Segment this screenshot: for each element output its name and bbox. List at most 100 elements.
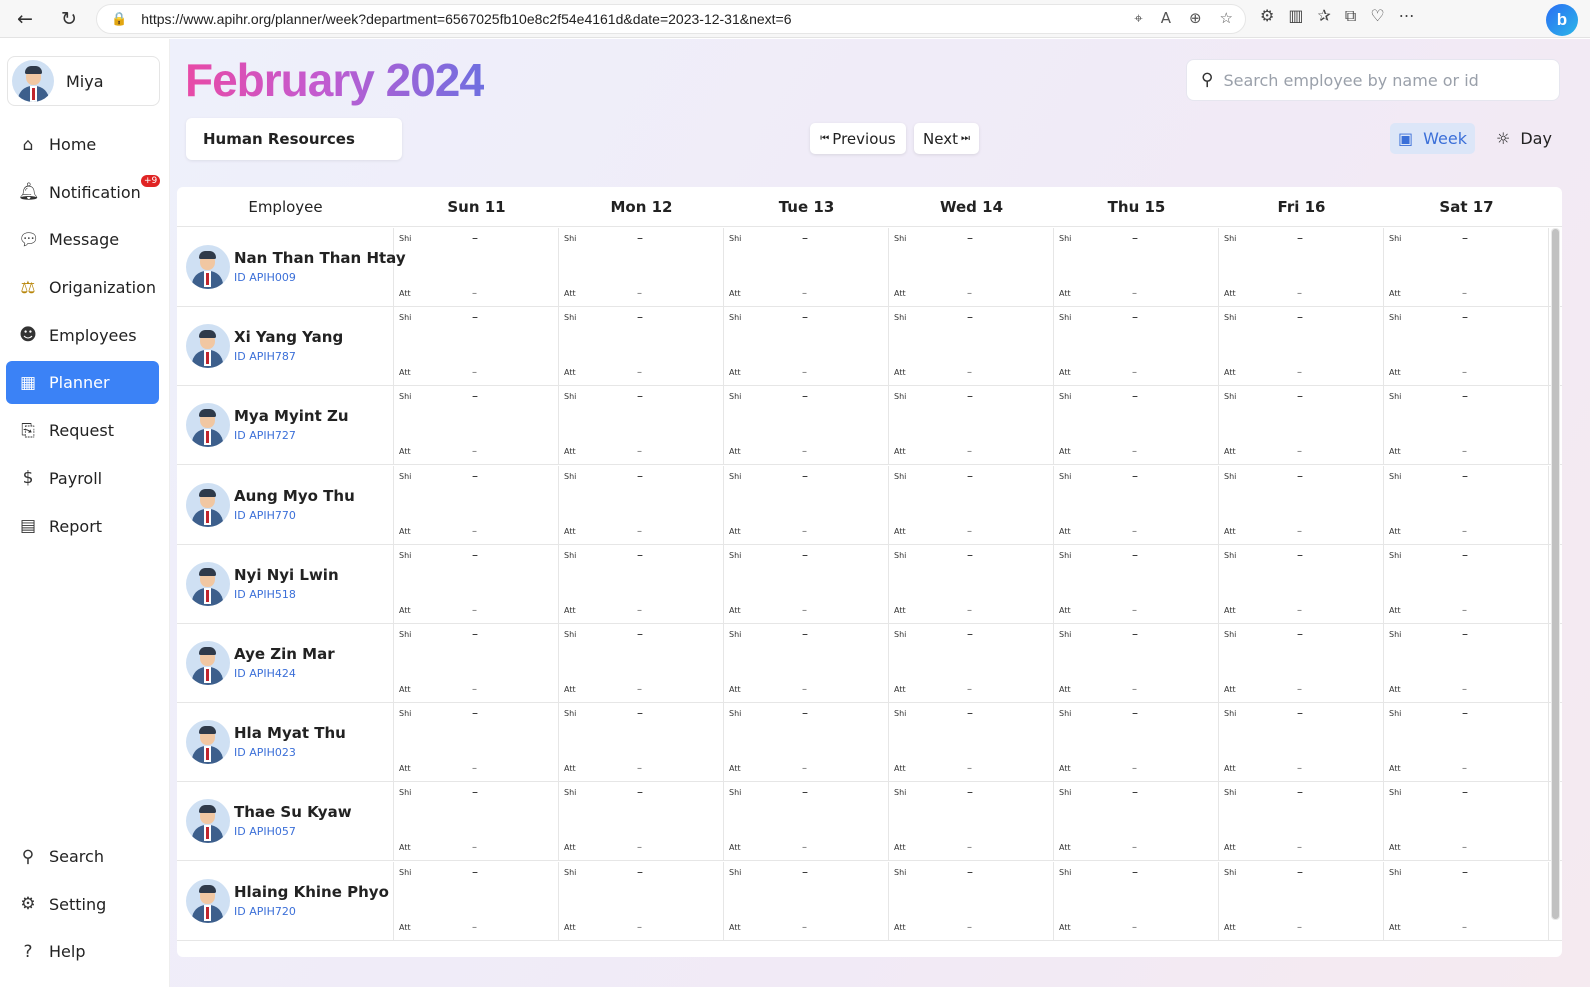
schedule-cell[interactable]: Shi – Att – bbox=[724, 861, 889, 941]
schedule-cell[interactable]: Shi – Att – bbox=[559, 624, 724, 703]
schedule-cell[interactable]: Shi – Att – bbox=[1219, 228, 1384, 307]
schedule-cell[interactable]: Shi – Att – bbox=[1384, 703, 1549, 783]
schedule-cell[interactable]: Shi – Att – bbox=[1054, 782, 1219, 862]
schedule-cell[interactable]: Shi – Att – bbox=[1054, 386, 1219, 466]
employee-cell[interactable]: Nyi Nyi Lwin ID APIH518 bbox=[177, 544, 394, 624]
sidebar-item-search[interactable]: ⚲ Search bbox=[6, 835, 159, 878]
schedule-cell[interactable]: Shi – Att – bbox=[394, 307, 559, 387]
schedule-cell[interactable]: Shi – Att – bbox=[1219, 861, 1384, 941]
schedule-cell[interactable]: Shi – Att – bbox=[1384, 782, 1549, 862]
schedule-cell[interactable]: Shi – Att – bbox=[1219, 307, 1384, 387]
schedule-cell[interactable]: Shi – Att – bbox=[1054, 703, 1219, 783]
schedule-cell[interactable]: Shi – Att – bbox=[1054, 544, 1219, 624]
sidebar-item-message[interactable]: 💬︎ Message bbox=[6, 218, 159, 261]
schedule-cell[interactable]: Shi – Att – bbox=[889, 386, 1054, 466]
bing-copilot-icon[interactable]: b bbox=[1546, 4, 1578, 36]
schedule-cell[interactable]: Shi – Att – bbox=[724, 782, 889, 862]
schedule-cell[interactable]: Shi – Att – bbox=[559, 386, 724, 466]
schedule-cell[interactable]: Shi – Att – bbox=[559, 228, 724, 307]
schedule-cell[interactable]: Shi – Att – bbox=[1219, 386, 1384, 466]
sidebar-item-help[interactable]: ? Help bbox=[6, 930, 159, 973]
schedule-cell[interactable]: Shi – Att – bbox=[724, 307, 889, 387]
employee-cell[interactable]: Hlaing Khine Phyo ID APIH720 bbox=[177, 861, 394, 941]
schedule-cell[interactable]: Shi – Att – bbox=[1384, 307, 1549, 387]
schedule-cell[interactable]: Shi – Att – bbox=[889, 624, 1054, 703]
split-screen-icon[interactable]: ▥ bbox=[1288, 6, 1303, 26]
performance-icon[interactable]: ♡ bbox=[1370, 6, 1384, 26]
employee-cell[interactable]: Hla Myat Thu ID APIH023 bbox=[177, 703, 394, 783]
schedule-cell[interactable]: Shi – Att – bbox=[1219, 782, 1384, 862]
schedule-cell[interactable]: Shi – Att – bbox=[394, 544, 559, 624]
schedule-cell[interactable]: Shi – Att – bbox=[394, 703, 559, 783]
employee-cell[interactable]: Xi Yang Yang ID APIH787 bbox=[177, 307, 394, 387]
collections-icon[interactable]: ⧉ bbox=[1345, 6, 1356, 26]
schedule-cell[interactable]: Shi – Att – bbox=[559, 782, 724, 862]
employee-cell[interactable]: Thae Su Kyaw ID APIH057 bbox=[177, 782, 394, 862]
day-view-toggle[interactable]: ☼ Day bbox=[1488, 123, 1560, 154]
search-input[interactable] bbox=[1223, 70, 1544, 90]
schedule-cell[interactable]: Shi – Att – bbox=[724, 465, 889, 545]
employee-cell[interactable]: Aung Myo Thu ID APIH770 bbox=[177, 465, 394, 545]
sidebar-item-home[interactable]: ⌂ Home bbox=[6, 123, 159, 166]
schedule-cell[interactable]: Shi – Att – bbox=[394, 861, 559, 941]
department-selector[interactable]: Human Resources bbox=[186, 118, 402, 160]
zoom-icon[interactable]: ⊕ bbox=[1189, 9, 1202, 27]
schedule-cell[interactable]: Shi – Att – bbox=[1384, 544, 1549, 624]
sidebar-item-notification[interactable]: 🔔︎ Notification +9 bbox=[6, 171, 161, 214]
table-scrollbar-thumb[interactable] bbox=[1552, 229, 1559, 919]
schedule-cell[interactable]: Shi – Att – bbox=[394, 228, 559, 307]
extensions-icon[interactable]: ⚙ bbox=[1260, 6, 1274, 26]
schedule-cell[interactable]: Shi – Att – bbox=[1384, 861, 1549, 941]
schedule-cell[interactable]: Shi – Att – bbox=[1054, 228, 1219, 307]
schedule-cell[interactable]: Shi – Att – bbox=[1054, 861, 1219, 941]
schedule-cell[interactable]: Shi – Att – bbox=[1219, 703, 1384, 783]
schedule-cell[interactable]: Shi – Att – bbox=[889, 544, 1054, 624]
employee-cell[interactable]: Aye Zin Mar ID APIH424 bbox=[177, 624, 394, 703]
previous-button[interactable]: ⏮ Previous bbox=[810, 123, 906, 154]
schedule-cell[interactable]: Shi – Att – bbox=[559, 465, 724, 545]
schedule-cell[interactable]: Shi – Att – bbox=[394, 465, 559, 545]
sidebar-item-planner[interactable]: ▦ Planner bbox=[6, 361, 159, 405]
schedule-cell[interactable]: Shi – Att – bbox=[394, 624, 559, 703]
back-icon[interactable]: ← bbox=[8, 2, 42, 36]
schedule-cell[interactable]: Shi – Att – bbox=[889, 465, 1054, 545]
schedule-cell[interactable]: Shi – Att – bbox=[1219, 465, 1384, 545]
employee-cell[interactable]: Mya Myint Zu ID APIH727 bbox=[177, 386, 394, 466]
reload-icon[interactable]: ↻ bbox=[52, 2, 86, 36]
schedule-cell[interactable]: Shi – Att – bbox=[724, 624, 889, 703]
favorite-star-icon[interactable]: ☆ bbox=[1220, 9, 1233, 27]
schedule-cell[interactable]: Shi – Att – bbox=[394, 386, 559, 466]
schedule-cell[interactable]: Shi – Att – bbox=[889, 861, 1054, 941]
sidebar-item-payroll[interactable]: $ Payroll bbox=[6, 457, 159, 500]
favorites-icon[interactable]: ✰ bbox=[1317, 6, 1330, 26]
schedule-cell[interactable]: Shi – Att – bbox=[559, 703, 724, 783]
schedule-cell[interactable]: Shi – Att – bbox=[1054, 465, 1219, 545]
schedule-cell[interactable]: Shi – Att – bbox=[1384, 465, 1549, 545]
schedule-cell[interactable]: Shi – Att – bbox=[724, 386, 889, 466]
schedule-cell[interactable]: Shi – Att – bbox=[724, 703, 889, 783]
schedule-cell[interactable]: Shi – Att – bbox=[394, 782, 559, 862]
user-profile[interactable]: Miya bbox=[7, 56, 160, 106]
read-aloud-icon[interactable]: A bbox=[1161, 9, 1171, 27]
schedule-cell[interactable]: Shi – Att – bbox=[724, 228, 889, 307]
address-bar[interactable]: 🔒 https://www.apihr.org/planner/week?dep… bbox=[96, 4, 1246, 34]
schedule-cell[interactable]: Shi – Att – bbox=[889, 782, 1054, 862]
schedule-cell[interactable]: Shi – Att – bbox=[724, 544, 889, 624]
schedule-cell[interactable]: Shi – Att – bbox=[1384, 228, 1549, 307]
schedule-cell[interactable]: Shi – Att – bbox=[559, 307, 724, 387]
employee-search[interactable]: ⚲ bbox=[1186, 59, 1560, 101]
sidebar-item-organization[interactable]: ⚖ Origanization bbox=[6, 266, 159, 309]
sidebar-item-employees[interactable]: ☻ Employees bbox=[6, 314, 159, 357]
schedule-cell[interactable]: Shi – Att – bbox=[1384, 386, 1549, 466]
sidebar-item-request[interactable]: ⎘ Request bbox=[6, 409, 159, 452]
schedule-cell[interactable]: Shi – Att – bbox=[889, 228, 1054, 307]
schedule-cell[interactable]: Shi – Att – bbox=[1054, 307, 1219, 387]
schedule-cell[interactable]: Shi – Att – bbox=[1219, 624, 1384, 703]
more-icon[interactable]: ⋯ bbox=[1399, 6, 1415, 26]
schedule-cell[interactable]: Shi – Att – bbox=[889, 307, 1054, 387]
location-icon[interactable]: ⌖ bbox=[1134, 9, 1142, 27]
schedule-cell[interactable]: Shi – Att – bbox=[1384, 624, 1549, 703]
schedule-cell[interactable]: Shi – Att – bbox=[1054, 624, 1219, 703]
employee-cell[interactable]: Nan Than Than Htay ID APIH009 bbox=[177, 228, 406, 307]
week-view-toggle[interactable]: ▣ Week bbox=[1390, 123, 1475, 154]
